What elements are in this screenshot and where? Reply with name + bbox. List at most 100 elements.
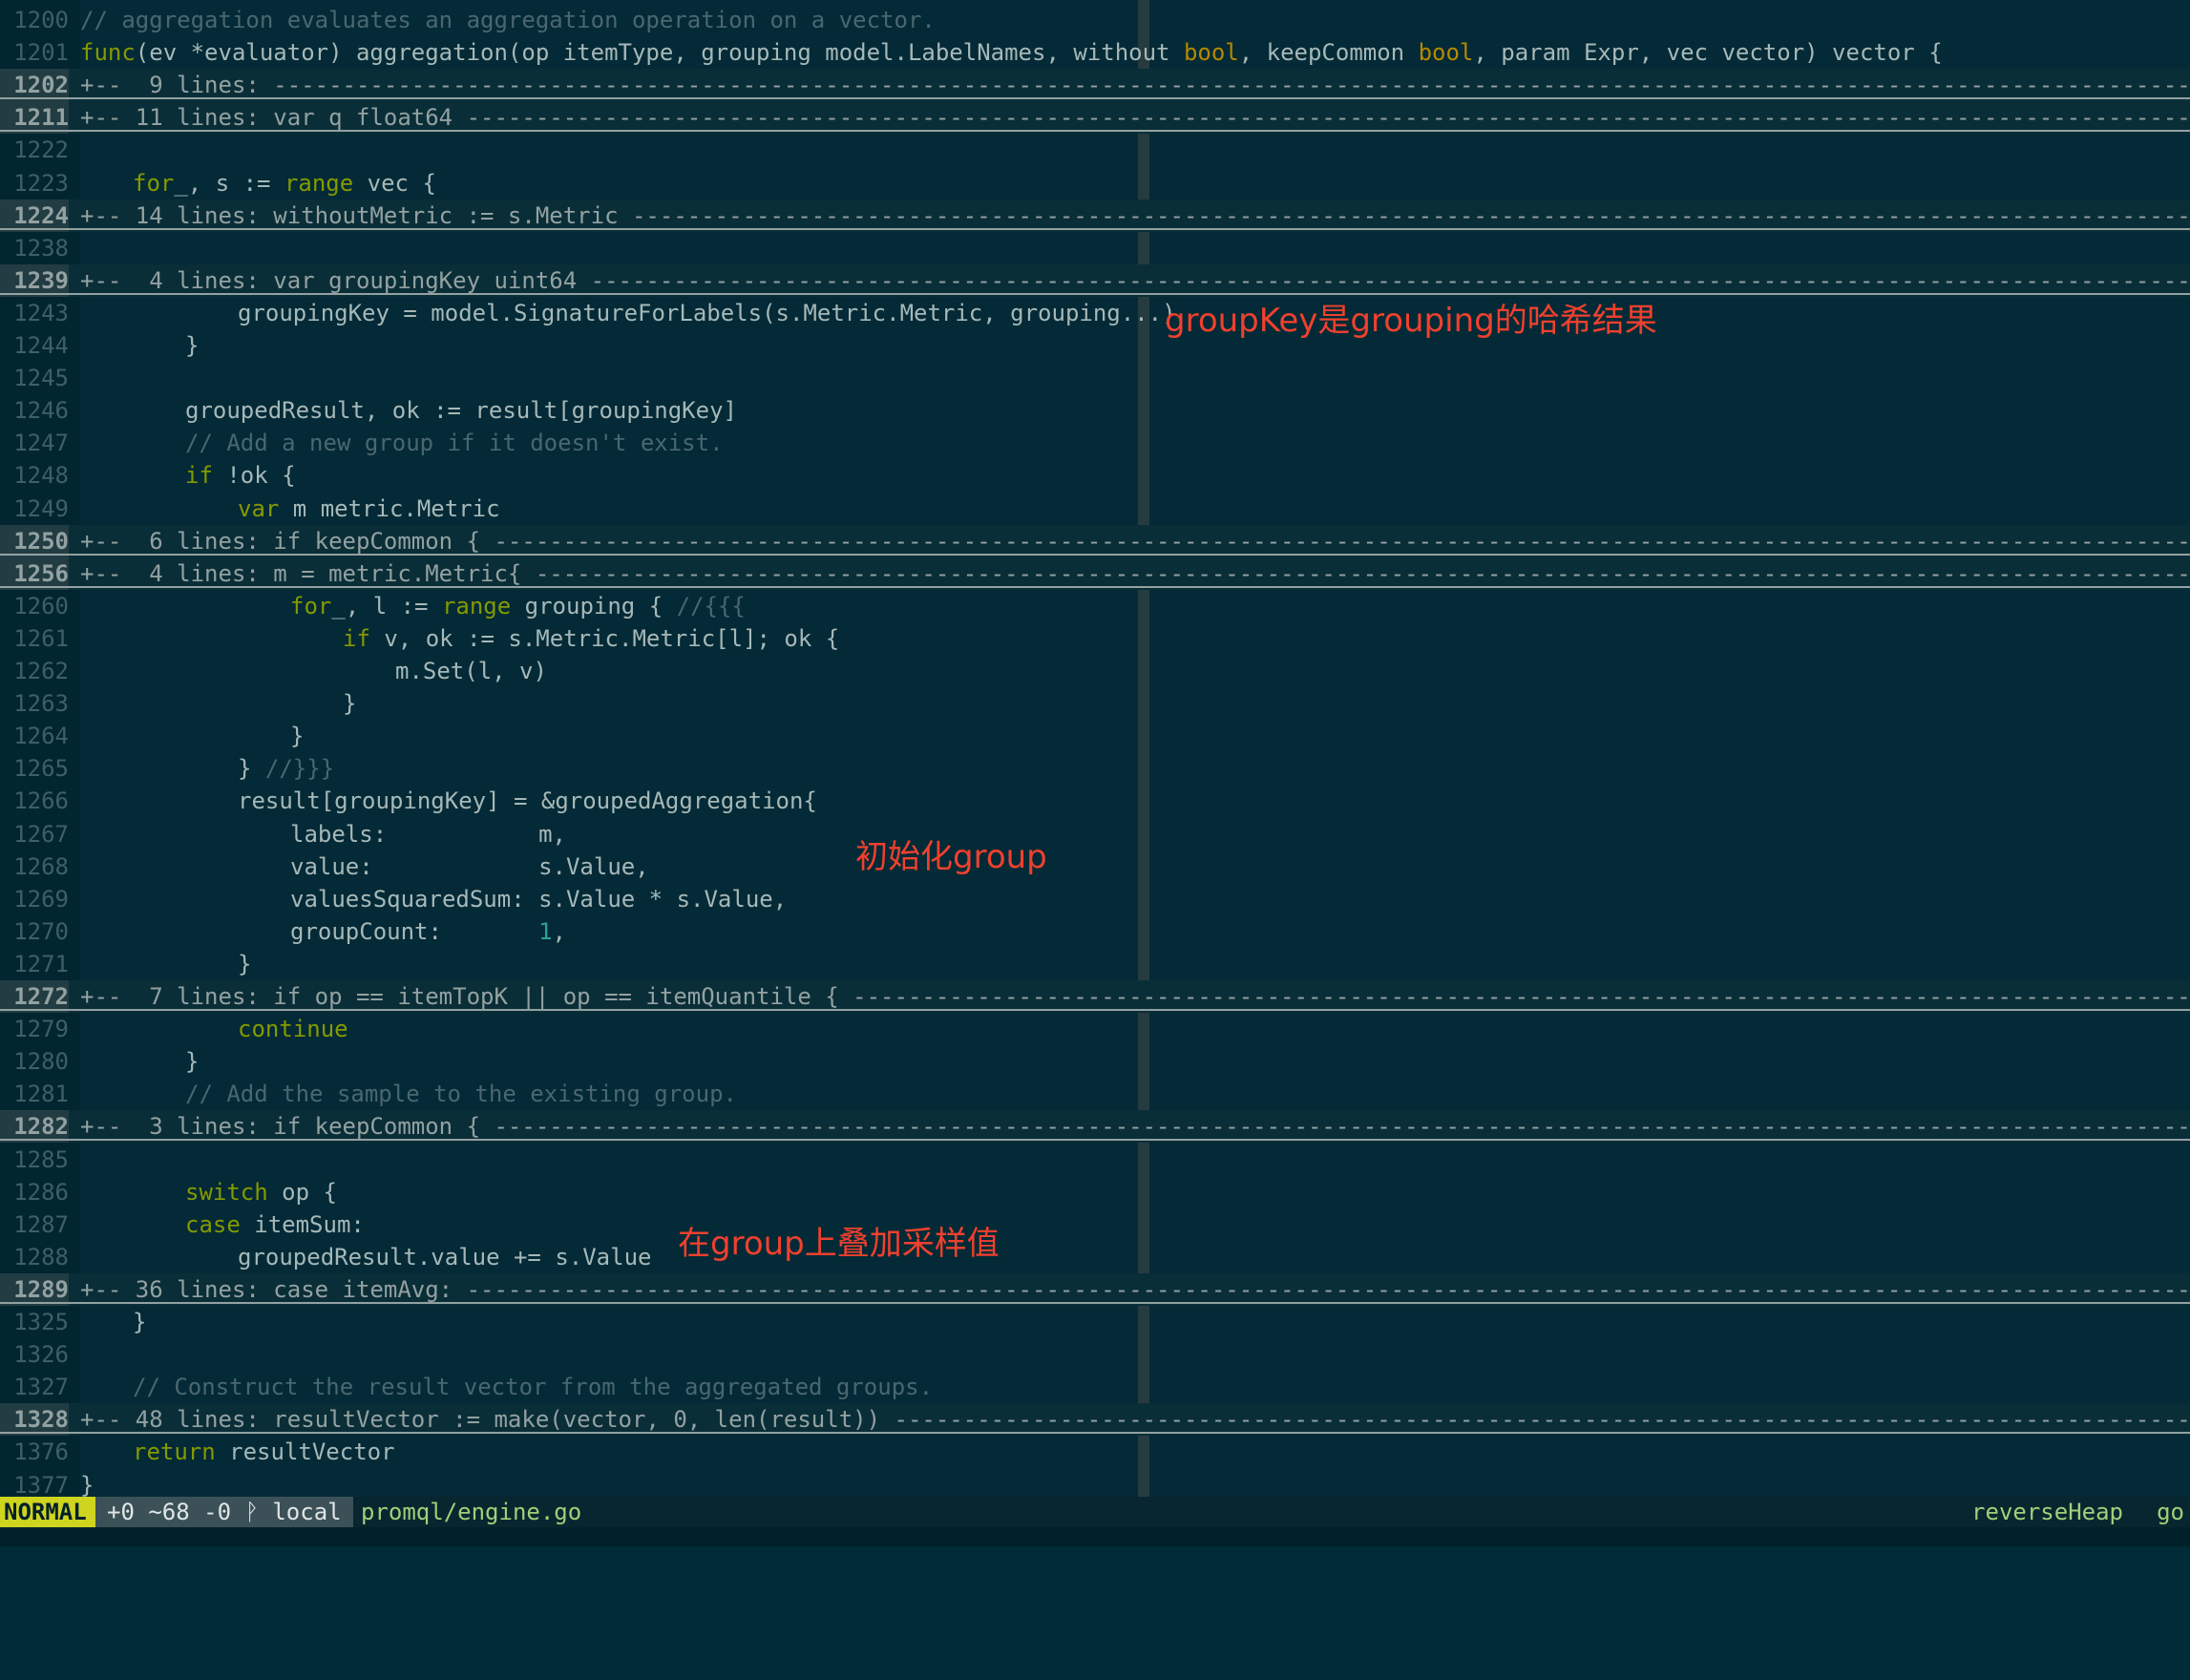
code-line[interactable]: 1269 valuesSquaredSum: s.Value * s.Value, <box>0 883 2190 915</box>
fold-line[interactable]: 1202 +-- 9 lines: -----------------------… <box>0 69 2190 102</box>
code-token: v, ok := s.Metric.Metric[l]; ok { <box>369 624 840 652</box>
code-token: !ok { <box>212 462 296 490</box>
code-text: case itemSum: <box>185 1208 365 1241</box>
code-line[interactable]: 1260 for_, l := range grouping { //{{{ <box>0 590 2190 622</box>
code-line[interactable]: 1270 groupCount: 1, <box>0 915 2190 948</box>
code-line[interactable]: 1223 for_, s := range vec { <box>0 167 2190 200</box>
annotation-init-group: 初始化group <box>855 838 1047 876</box>
code-line[interactable]: 1327 // Construct the result vector from … <box>0 1371 2190 1403</box>
file-type: go <box>2157 1499 2184 1525</box>
line-number: 1265 <box>13 755 69 783</box>
code-line[interactable]: 1286 switch op { <box>0 1176 2190 1208</box>
code-token: for <box>133 169 175 197</box>
code-line[interactable]: 1245 <box>0 362 2190 394</box>
line-number: 1222 <box>13 136 69 164</box>
fold-line[interactable]: 1256 +-- 4 lines: m = metric.Metric{ ----… <box>0 556 2190 590</box>
code-line[interactable]: 1271} <box>0 948 2190 980</box>
code-token: func <box>80 39 136 67</box>
code-line[interactable]: 1244} <box>0 329 2190 362</box>
code-line[interactable]: 1243 groupingKey = model.SignatureForLabe… <box>0 297 2190 329</box>
code-line[interactable]: 1263} <box>0 687 2190 720</box>
fold-line[interactable]: 1211 +-- 11 lines: var q float64 --------… <box>0 101 2190 135</box>
code-line[interactable]: 1262 m.Set(l, v) <box>0 655 2190 687</box>
code-token: bool <box>1418 39 1474 67</box>
code-text: if v, ok := s.Metric.Metric[l]; ok { <box>343 622 839 655</box>
line-number: 1269 <box>13 885 69 913</box>
code-line[interactable]: 1325} <box>0 1306 2190 1338</box>
code-token: groupedResult, ok := result[groupingKey] <box>185 397 737 425</box>
code-text: groupCount: 1, <box>290 915 566 948</box>
current-function: reverseHeap <box>1971 1499 2123 1525</box>
line-number: 1250 <box>0 524 69 557</box>
code-token: } <box>185 332 200 359</box>
code-line[interactable]: 1247 // Add a new group if it doesn't exi… <box>0 427 2190 459</box>
code-text: } <box>343 687 356 720</box>
code-line[interactable]: 1246 groupedResult, ok := result[grouping… <box>0 394 2190 427</box>
code-line[interactable]: 1377} <box>0 1469 2190 1498</box>
code-token: for <box>290 592 332 620</box>
line-number: 1201 <box>13 39 69 67</box>
code-line[interactable]: 1281 // Add the sample to the existing gr… <box>0 1078 2190 1110</box>
line-number: 1271 <box>13 950 69 977</box>
code-line[interactable]: 1200 // aggregation evaluates an aggregat… <box>0 4 2190 36</box>
fold-line[interactable]: 1282 +-- 3 lines: if keepCommon { -------… <box>0 1110 2190 1144</box>
line-number: 1261 <box>13 624 69 652</box>
code-text: groupedResult, ok := result[groupingKey] <box>185 394 737 427</box>
code-line[interactable]: 1288 groupedResult.value += s.Value <box>0 1241 2190 1273</box>
code-text: return resultVector <box>133 1436 395 1468</box>
code-line[interactable]: 1266 result[groupingKey] = &groupedAggreg… <box>0 785 2190 817</box>
line-number: 1266 <box>13 788 69 815</box>
line-number: 1263 <box>13 690 69 718</box>
line-number: 1249 <box>13 494 69 522</box>
code-line[interactable]: 1265} //}}} <box>0 752 2190 785</box>
git-status[interactable]: +0 ~68 -0 ᚹ local <box>95 1497 353 1527</box>
code-token: , keepCommon <box>1238 39 1419 67</box>
code-line[interactable]: 1201 func(ev *evaluator) aggregation(op i… <box>0 36 2190 69</box>
code-token: continue <box>238 1016 348 1043</box>
code-line[interactable]: 1264} <box>0 720 2190 752</box>
code-token: return <box>133 1438 216 1466</box>
code-line[interactable]: 1376 return resultVector <box>0 1436 2190 1468</box>
code-line[interactable]: 1238 <box>0 232 2190 264</box>
code-line[interactable]: 1285 <box>0 1144 2190 1176</box>
code-line[interactable]: 1267 labels: m, <box>0 818 2190 850</box>
fold-line[interactable]: 1328 +-- 48 lines: resultVector := make(v… <box>0 1403 2190 1437</box>
mode-indicator: NORMAL <box>0 1497 98 1527</box>
code-text: } <box>238 948 251 980</box>
line-number: 1282 <box>0 1110 69 1144</box>
file-name[interactable]: promql/engine.go <box>361 1497 581 1527</box>
code-line[interactable]: 1268 value: s.Value, <box>0 850 2190 883</box>
code-token: } <box>185 1048 200 1076</box>
code-line[interactable]: 1326 <box>0 1338 2190 1371</box>
code-line[interactable]: 1261 if v, ok := s.Metric.Metric[l]; ok { <box>0 622 2190 655</box>
line-number: 1289 <box>0 1272 69 1306</box>
fold-line[interactable]: 1272 +-- 7 lines: if op == itemTopK || op… <box>0 980 2190 1013</box>
line-number: 1286 <box>13 1178 69 1206</box>
fold-line[interactable]: 1224 +-- 14 lines: withoutMetric := s.Met… <box>0 199 2190 232</box>
code-line[interactable]: 1279 continue <box>0 1013 2190 1045</box>
line-number: 1328 <box>0 1403 69 1437</box>
fold-line[interactable]: 1250 +-- 6 lines: if keepCommon { -------… <box>0 524 2190 557</box>
line-number: 1243 <box>13 299 69 326</box>
code-token: groupCount: <box>290 917 539 945</box>
code-token: bool <box>1183 39 1239 67</box>
code-token: _, s := <box>174 169 284 197</box>
fold-text: +-- 7 lines: if op == itemTopK || op == … <box>80 983 2190 1010</box>
command-line[interactable] <box>0 1527 2190 1546</box>
code-line[interactable]: 1249 var m metric.Metric <box>0 493 2190 525</box>
line-number: 1281 <box>13 1081 69 1108</box>
code-line[interactable]: 1287 case itemSum: <box>0 1208 2190 1241</box>
fold-text: +-- 14 lines: withoutMetric := s.Metric … <box>80 201 2190 229</box>
code-token: var <box>238 494 280 522</box>
fold-line[interactable]: 1239 +-- 4 lines: var groupingKey uint64 … <box>0 263 2190 297</box>
code-line[interactable]: 1248 if !ok { <box>0 459 2190 492</box>
fold-line[interactable]: 1289 +-- 36 lines: case itemAvg: --------… <box>0 1272 2190 1306</box>
code-text: // Add a new group if it doesn't exist. <box>185 427 724 459</box>
annotation-accumulate: 在group上叠加采样值 <box>678 1225 1000 1263</box>
line-number: 1264 <box>13 723 69 750</box>
line-number: 1287 <box>13 1210 69 1238</box>
code-line[interactable]: 1280} <box>0 1045 2190 1078</box>
editor-pane[interactable]: 1200 // aggregation evaluates an aggregat… <box>0 0 2190 1497</box>
code-token: case <box>185 1210 241 1238</box>
code-line[interactable]: 1222 <box>0 134 2190 166</box>
